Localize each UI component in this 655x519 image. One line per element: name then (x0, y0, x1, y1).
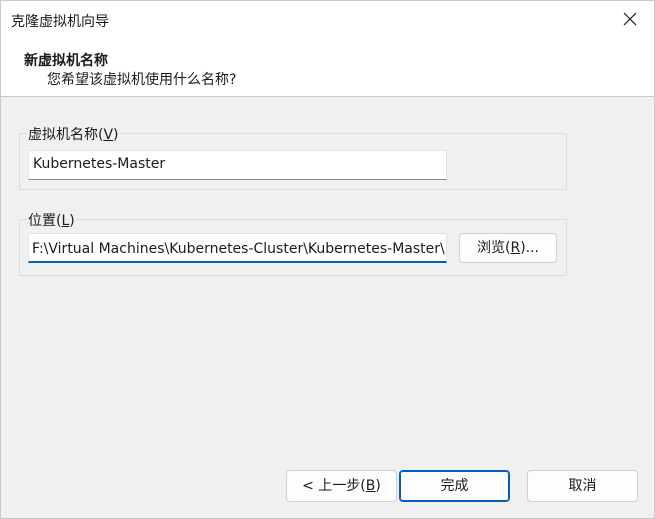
vm-name-field[interactable]: Kubernetes-Master (28, 150, 447, 180)
back-button[interactable]: < 上一步(B) (286, 470, 397, 502)
cancel-button[interactable]: 取消 (527, 470, 638, 502)
close-icon (623, 12, 637, 26)
location-value: F:\Virtual Machines\Kubernetes-Cluster\K… (32, 241, 445, 257)
wizard-header: 新虚拟机名称 您希望该虚拟机使用什么名称? (1, 39, 654, 97)
vm-name-value: Kubernetes-Master (33, 156, 166, 172)
clone-vm-wizard-window: 克隆虚拟机向导 新虚拟机名称 您希望该虚拟机使用什么名称? 虚拟机名称(V) K… (0, 0, 655, 519)
finish-button[interactable]: 完成 (399, 470, 510, 502)
page-subtitle: 您希望该虚拟机使用什么名称? (47, 72, 237, 88)
location-label: 位置(L) (27, 210, 76, 230)
vm-name-label: 虚拟机名称(V) (27, 124, 120, 144)
title-bar: 克隆虚拟机向导 (1, 1, 654, 39)
location-field[interactable]: F:\Virtual Machines\Kubernetes-Cluster\K… (28, 233, 447, 263)
browse-button[interactable]: 浏览(R)... (459, 233, 557, 263)
window-title: 克隆虚拟机向导 (11, 14, 109, 30)
close-button[interactable] (608, 1, 654, 37)
wizard-footer: < 上一步(B) 完成 取消 (1, 449, 654, 518)
page-title: 新虚拟机名称 (24, 53, 108, 69)
text-caret (445, 239, 446, 256)
